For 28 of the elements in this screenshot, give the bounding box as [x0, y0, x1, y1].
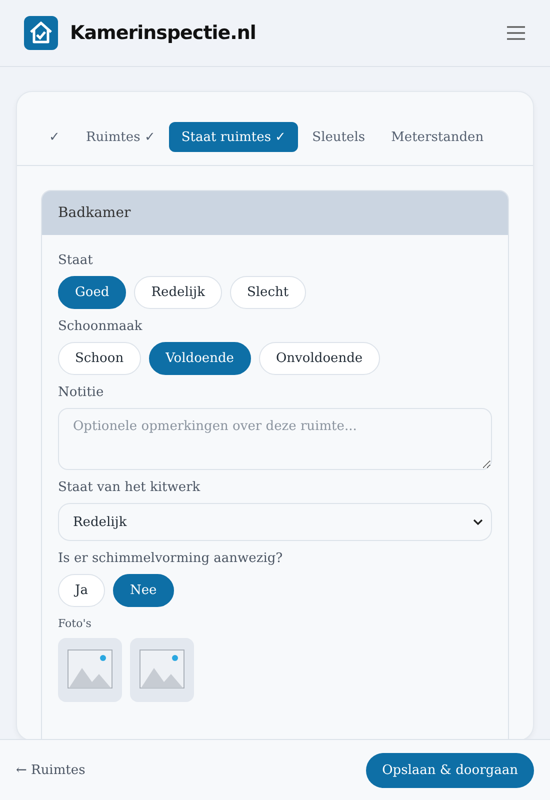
save-continue-button[interactable]: Opslaan & doorgaan	[366, 752, 534, 788]
note-field[interactable]: Optionele opmerkingen over deze ruimte...	[58, 408, 492, 470]
field-label: Foto's	[58, 617, 92, 630]
field-label: Schoonmaak	[58, 319, 142, 334]
step-tab[interactable]: Staat ruimtes ✓	[169, 122, 298, 152]
option-button[interactable]: Schoon	[58, 342, 141, 375]
option-button[interactable]: Slecht	[230, 276, 306, 309]
back-link[interactable]: ← Ruimtes	[16, 762, 86, 778]
chevron-icon	[473, 518, 483, 526]
logo-icon	[24, 16, 58, 50]
field-label: Staat van het kitwerk	[58, 480, 200, 495]
step-tab[interactable]: Sleutels	[300, 122, 378, 152]
option-button[interactable]: Redelijk	[134, 276, 222, 309]
sealant-select[interactable]: Redelijk	[58, 503, 492, 541]
option-button[interactable]: Ja	[58, 574, 105, 607]
field-label: Staat	[58, 253, 93, 268]
option-button[interactable]: Voldoende	[148, 342, 252, 375]
step-tab[interactable]: Meterstanden	[379, 122, 496, 152]
room-title: Badkamer	[42, 191, 508, 235]
step-tab[interactable]: ✓	[37, 122, 72, 152]
option-button[interactable]: Onvoldoende	[259, 342, 380, 375]
option-button[interactable]: Nee	[112, 574, 174, 607]
step-tab[interactable]: Ruimtes ✓	[74, 122, 168, 152]
field-label: Notitie	[58, 385, 104, 400]
menu-icon[interactable]	[506, 26, 526, 40]
field-label: Is er schimmelvorming aanwezig?	[58, 551, 283, 566]
brand-name: Kamerinspectie.nl	[70, 22, 256, 44]
option-button[interactable]: Goed	[58, 276, 126, 309]
